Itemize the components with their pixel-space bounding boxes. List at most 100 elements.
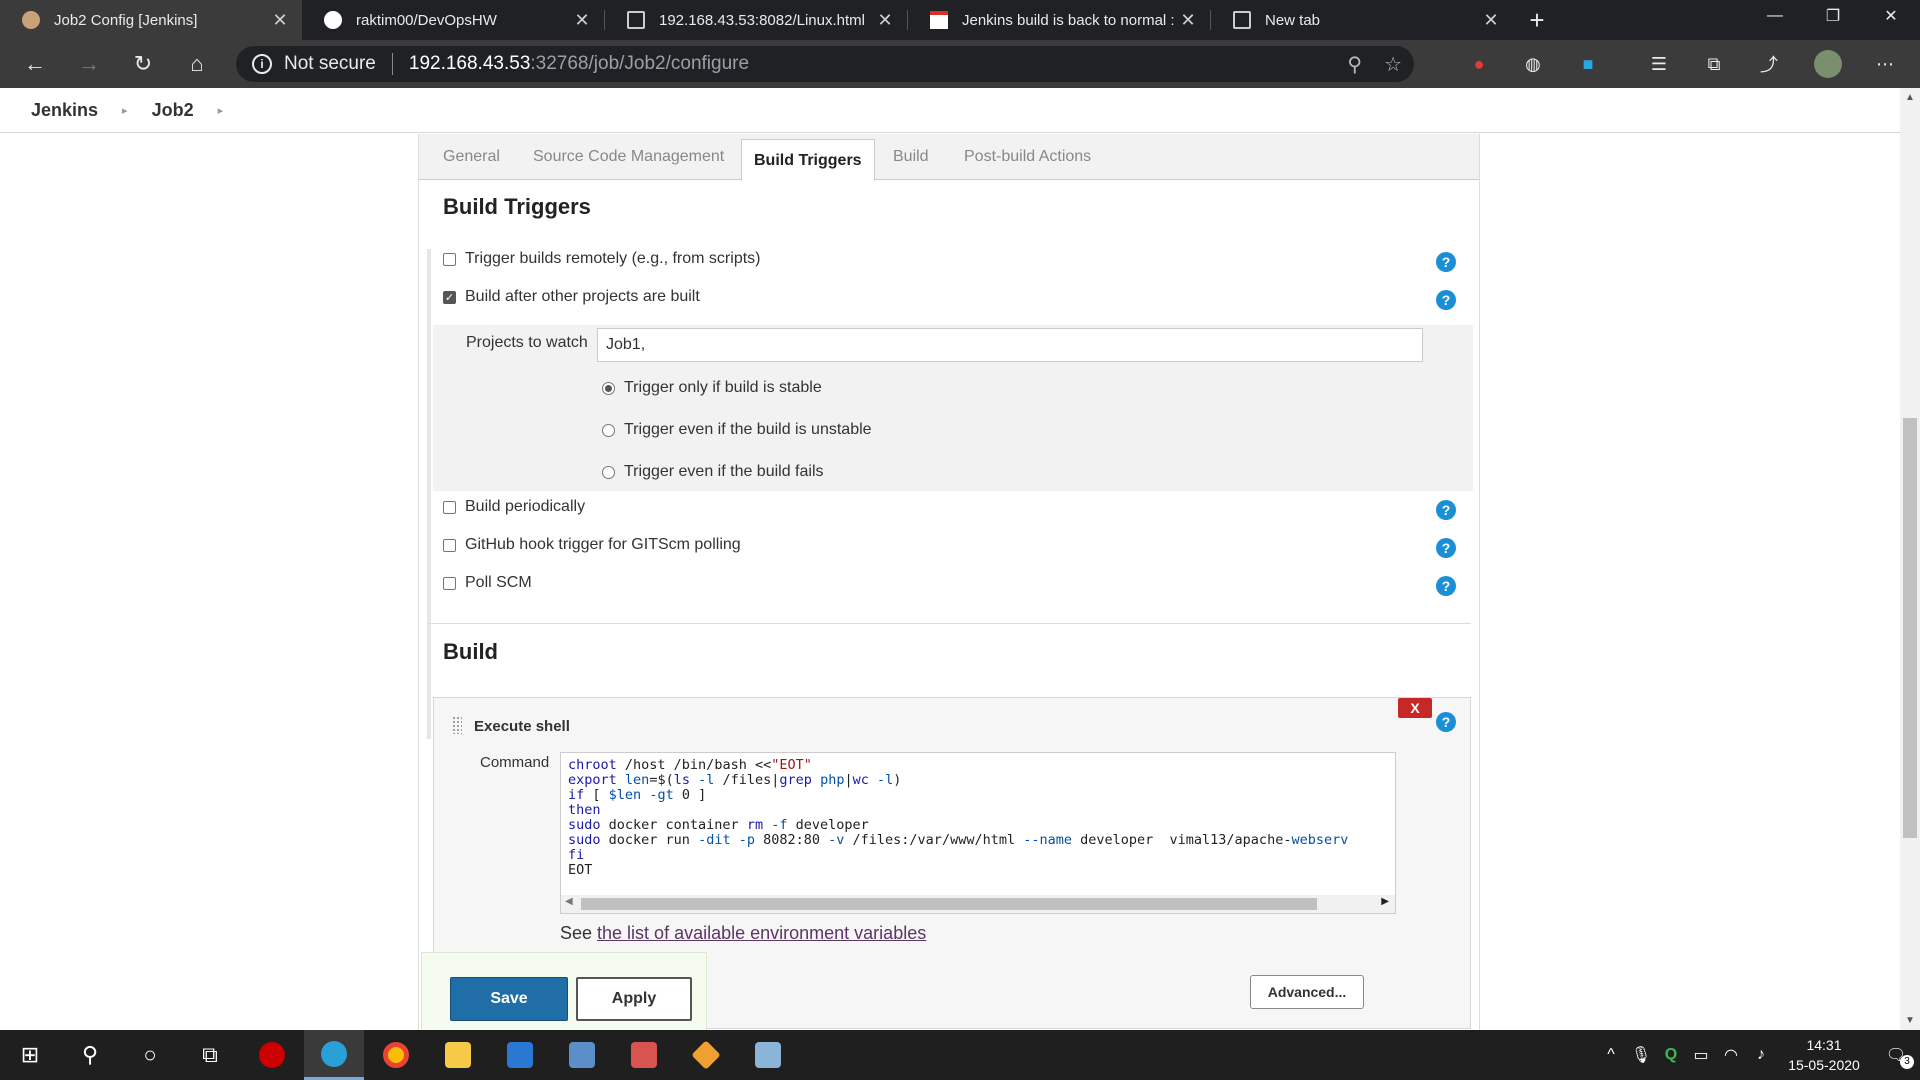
home-icon[interactable]: ⌂	[170, 40, 224, 88]
notes-app-icon[interactable]	[738, 1030, 798, 1080]
breadcrumb-job2[interactable]: Job2	[152, 100, 194, 121]
tab-build-triggers[interactable]: Build Triggers	[741, 139, 875, 181]
extension-blue-icon[interactable]: ■	[1576, 52, 1600, 76]
volume-icon[interactable]: ♪	[1746, 1046, 1776, 1064]
breadcrumb-jenkins[interactable]: Jenkins	[31, 100, 98, 121]
close-icon[interactable]: ✕	[572, 10, 592, 31]
maximize-icon[interactable]: ❐	[1804, 0, 1862, 32]
profile-avatar[interactable]	[1814, 50, 1842, 78]
build-after-other-checkbox[interactable]: ✓	[443, 290, 456, 304]
extension-hand-icon[interactable]: ●	[1467, 52, 1491, 76]
browser-tab-github[interactable]: raktim00/DevOpsHW ✕	[302, 0, 604, 40]
tab-source-code-management[interactable]: Source Code Management	[533, 134, 724, 180]
terminal-app-icon[interactable]	[614, 1030, 674, 1080]
page-scrollbar[interactable]: ▲ ▼	[1900, 88, 1920, 1030]
help-icon[interactable]: ?	[1436, 538, 1456, 558]
close-icon[interactable]: ✕	[875, 10, 895, 31]
edge-browser-icon[interactable]	[304, 1030, 364, 1080]
tab-build[interactable]: Build	[893, 134, 929, 180]
help-icon[interactable]: ?	[1436, 576, 1456, 596]
collections-icon[interactable]: ⧉	[1702, 52, 1726, 76]
clock[interactable]: 14:31 15-05-2020	[1776, 1035, 1872, 1075]
new-tab-button[interactable]: +	[1513, 0, 1561, 40]
chevron-up-icon[interactable]: ^	[1596, 1046, 1626, 1064]
close-icon[interactable]: ✕	[1481, 10, 1501, 31]
close-icon[interactable]: ✕	[1178, 10, 1198, 31]
scrollbar-thumb[interactable]	[1903, 418, 1917, 838]
help-icon[interactable]: ?	[1436, 500, 1456, 520]
wifi-icon[interactable]: ◠	[1716, 1045, 1746, 1065]
scroll-down-icon[interactable]: ▼	[1900, 1015, 1920, 1026]
chevron-right-icon[interactable]: ▸	[218, 104, 224, 117]
trigger-unstable-radio[interactable]	[602, 423, 615, 437]
scroll-up-icon[interactable]: ▲	[1900, 92, 1920, 103]
trigger-unstable-option[interactable]: Trigger even if the build is unstable	[602, 421, 872, 439]
help-icon[interactable]: ?	[1436, 252, 1456, 272]
save-button[interactable]: Save	[450, 977, 568, 1021]
command-editor[interactable]: chroot /host /bin/bash <<"EOT" export len…	[560, 752, 1396, 914]
search-icon[interactable]: ⚲	[60, 1030, 120, 1080]
browser-tab-jenkins[interactable]: Job2 Config [Jenkins] ✕	[0, 0, 302, 40]
build-periodically-option[interactable]: Build periodically	[443, 498, 585, 516]
trigger-stable-option[interactable]: Trigger only if build is stable	[602, 379, 822, 397]
browser-tab-gmail[interactable]: Jenkins build is back to normal : ✕	[908, 0, 1210, 40]
trigger-remotely-checkbox[interactable]	[443, 252, 456, 266]
windows-start-icon[interactable]: ⊞	[0, 1030, 60, 1080]
chevron-right-icon[interactable]: ▸	[122, 104, 128, 117]
build-periodically-checkbox[interactable]	[443, 500, 456, 514]
help-icon[interactable]: ?	[1436, 712, 1456, 732]
address-bar[interactable]: i Not secure 192.168.43.53:32768/job/Job…	[236, 46, 1414, 82]
trigger-fails-radio[interactable]	[602, 465, 615, 479]
browser-tab-linux-html[interactable]: 192.168.43.53:8082/Linux.html ✕	[605, 0, 907, 40]
tab-post-build-actions[interactable]: Post-build Actions	[964, 134, 1091, 180]
tab-title: Jenkins build is back to normal :	[962, 11, 1175, 29]
delete-step-button[interactable]: X	[1398, 698, 1432, 718]
scrollbar-thumb[interactable]	[581, 898, 1317, 910]
github-hook-checkbox[interactable]	[443, 538, 456, 552]
battery-icon[interactable]: ▭	[1686, 1045, 1716, 1065]
forward-icon[interactable]: →	[62, 40, 116, 88]
trigger-stable-radio[interactable]	[602, 381, 615, 395]
command-code[interactable]: chroot /host /bin/bash <<"EOT" export len…	[568, 758, 1348, 878]
more-menu-icon[interactable]: ⋯	[1873, 52, 1897, 76]
info-icon[interactable]: i	[252, 54, 272, 74]
zoom-icon[interactable]: ⚲	[1347, 52, 1362, 77]
advanced-button[interactable]: Advanced...	[1250, 975, 1364, 1009]
favorite-star-icon[interactable]: ☆	[1384, 52, 1402, 77]
poll-scm-option[interactable]: Poll SCM	[443, 574, 532, 592]
task-view-icon[interactable]: ⧉	[180, 1030, 240, 1080]
share-icon[interactable]: ⤴	[1757, 52, 1781, 76]
microphone-icon[interactable]: 🎙	[1626, 1045, 1656, 1065]
virtualbox-icon[interactable]	[552, 1030, 612, 1080]
redhat-app-icon[interactable]	[242, 1030, 302, 1080]
minimize-icon[interactable]: —	[1746, 0, 1804, 32]
mail-icon[interactable]	[490, 1030, 550, 1080]
favorites-icon[interactable]: ☰	[1647, 52, 1671, 76]
trigger-remotely-option[interactable]: Trigger builds remotely (e.g., from scri…	[443, 250, 760, 268]
tab-general[interactable]: General	[443, 134, 500, 180]
help-icon[interactable]: ?	[1436, 290, 1456, 310]
chrome-icon[interactable]	[366, 1030, 426, 1080]
extension-globe-icon[interactable]: ◍	[1521, 52, 1545, 76]
git-icon[interactable]	[676, 1030, 736, 1080]
qbittorrent-icon[interactable]: Q	[1656, 1046, 1686, 1064]
notifications-icon[interactable]: 🗨 3	[1872, 1045, 1920, 1069]
back-icon[interactable]: ←	[8, 40, 62, 88]
cortana-icon[interactable]: ○	[120, 1030, 180, 1080]
scroll-left-icon[interactable]: ◀	[565, 896, 573, 907]
projects-to-watch-input[interactable]	[597, 328, 1423, 362]
github-hook-option[interactable]: GitHub hook trigger for GITScm polling	[443, 536, 741, 554]
file-explorer-icon[interactable]	[428, 1030, 488, 1080]
close-icon[interactable]: ✕	[270, 10, 290, 31]
command-scrollbar[interactable]: ◀ ▶	[561, 895, 1395, 913]
browser-tab-new-tab[interactable]: New tab ✕	[1211, 0, 1513, 40]
apply-button[interactable]: Apply	[576, 977, 692, 1021]
env-vars-link[interactable]: the list of available environment variab…	[597, 923, 926, 943]
close-window-icon[interactable]: ✕	[1862, 0, 1920, 32]
trigger-fails-option[interactable]: Trigger even if the build fails	[602, 463, 824, 481]
poll-scm-checkbox[interactable]	[443, 576, 456, 590]
scroll-right-icon[interactable]: ▶	[1381, 896, 1389, 907]
refresh-icon[interactable]: ↻	[116, 40, 170, 88]
drag-handle-icon[interactable]	[452, 716, 462, 734]
build-after-other-option[interactable]: ✓ Build after other projects are built	[443, 288, 700, 306]
